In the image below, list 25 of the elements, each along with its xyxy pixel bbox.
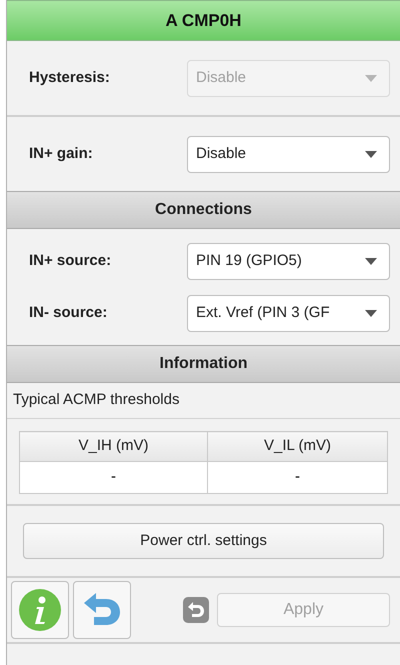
field-label: IN+ gain:: [29, 144, 94, 164]
dropdown-caret-icon: [365, 310, 377, 316]
field-label: IN+ source:: [29, 250, 112, 271]
field-label: IN- source:: [29, 302, 108, 323]
column-header: V_IL (mV): [208, 432, 388, 462]
field-label: Hysteresis:: [29, 68, 111, 88]
undo-button[interactable]: [73, 581, 131, 639]
dropdown[interactable]: PIN 19 (GPIO5): [187, 242, 390, 280]
dropdown-caret-icon: [365, 150, 377, 158]
info-icon: [18, 588, 62, 632]
info-button[interactable]: [11, 581, 69, 639]
revert-icon: [183, 597, 209, 623]
table-cell: -: [208, 462, 388, 494]
column-header: V_IH (mV): [20, 432, 208, 462]
dropdown[interactable]: Disable: [187, 136, 390, 172]
table-cell: -: [20, 462, 208, 494]
dropdown[interactable]: Ext. Vref (PIN 3 (GF: [187, 294, 390, 332]
panel-title: A CMP0H: [7, 0, 400, 41]
dropdown-caret-icon: [365, 258, 377, 264]
caption: Typical ACMP thresholds: [7, 383, 400, 419]
power-settings-button[interactable]: Power ctrl. settings: [23, 523, 384, 559]
section-header: Connections: [7, 191, 400, 229]
section-header: Information: [7, 345, 400, 383]
dropdown-caret-icon: [365, 74, 377, 82]
undo-arrow-icon: [82, 593, 122, 627]
